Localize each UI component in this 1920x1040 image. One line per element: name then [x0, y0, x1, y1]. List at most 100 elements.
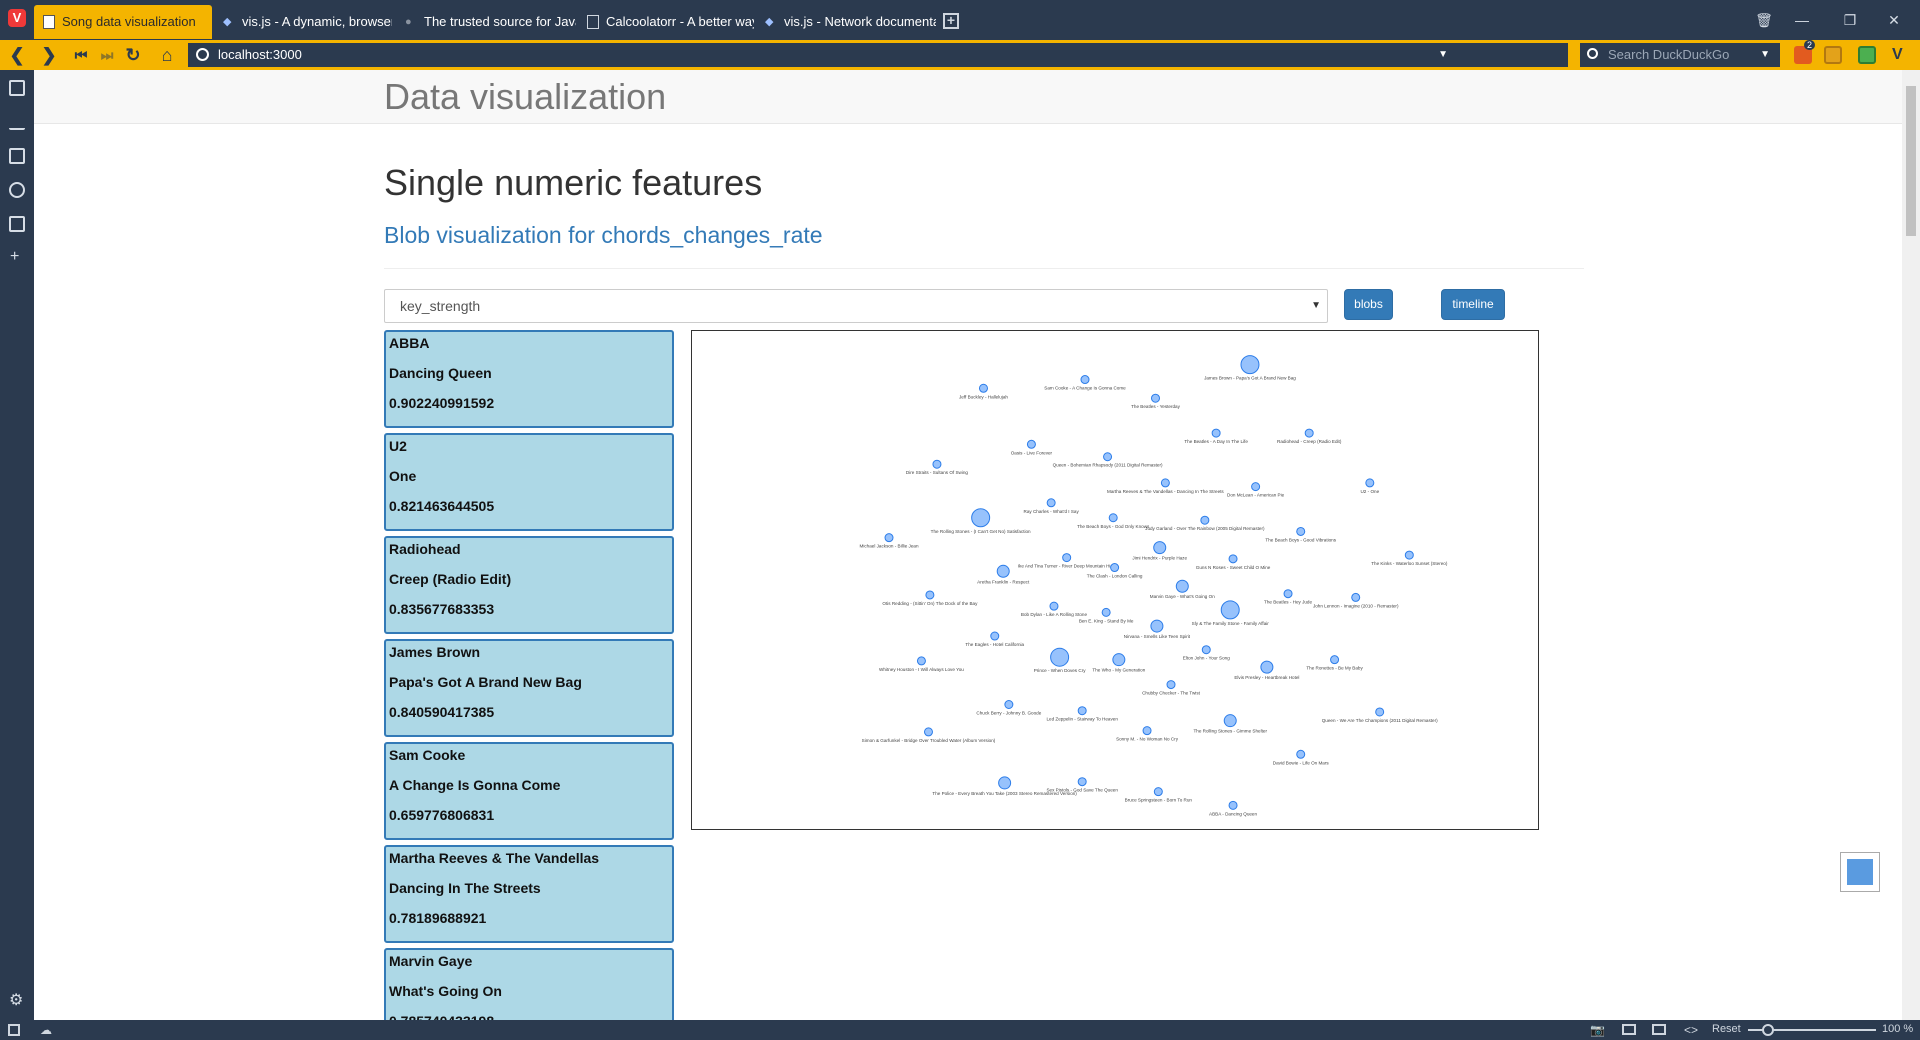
network-node[interactable]: John Lennon - Imagine (2010 - Remaster)	[1313, 592, 1399, 608]
window-panel-icon[interactable]	[9, 216, 25, 232]
node-blob[interactable]	[1228, 800, 1238, 810]
network-node[interactable]: Prince - When Doves Cry	[1034, 647, 1087, 673]
trash-icon[interactable]: 🗑	[1752, 8, 1776, 32]
network-node[interactable]: The Police - Every Breath You Take (2003…	[932, 776, 1077, 796]
song-card[interactable]: Radiohead Creep (Radio Edit) 0.83567768335…	[384, 536, 674, 634]
network-node[interactable]: James Brown - Papa's Got A Brand New Bag	[1204, 355, 1296, 381]
maximize-button[interactable]: ❐	[1838, 8, 1862, 32]
network-node[interactable]: Sam Cooke - A Change Is Gonna Come	[1044, 375, 1126, 391]
network-node[interactable]: The Rolling Stones - Gimme Shelter	[1193, 714, 1267, 734]
node-blob[interactable]	[996, 564, 1010, 578]
network-node[interactable]: ABBA - Dancing Queen	[1209, 800, 1257, 816]
network-node[interactable]: The Rolling Stones - (I Can't Get No) Sa…	[931, 508, 1031, 534]
network-canvas[interactable]: James Brown - Papa's Got A Brand New Bag…	[692, 331, 1538, 829]
node-blob[interactable]	[1166, 680, 1176, 690]
node-blob[interactable]	[925, 590, 935, 600]
node-blob[interactable]	[1228, 554, 1238, 564]
node-blob[interactable]	[1026, 439, 1036, 449]
network-node[interactable]: Jeff Buckley - Hallelujah	[959, 383, 1008, 399]
network-node[interactable]: The Who - My Generation	[1092, 653, 1146, 673]
reset-zoom-button[interactable]: Reset	[1712, 1023, 1741, 1035]
node-blob[interactable]	[1153, 541, 1167, 555]
code-icon[interactable]: <>	[1684, 1023, 1698, 1037]
camera-icon[interactable]: 📷	[1590, 1023, 1605, 1037]
network-node[interactable]: Marvin Gaye - What's Going On	[1150, 579, 1215, 599]
network-node[interactable]: Otis Redding - (Sittin' On) The Dock of …	[882, 590, 978, 606]
song-card[interactable]: Sam Cooke A Change Is Gonna Come 0.6597768…	[384, 742, 674, 840]
search-field[interactable]: Search DuckDuckGo ▼	[1580, 43, 1780, 67]
network-node[interactable]: The Beatles - A Day In The Life	[1184, 428, 1248, 444]
network-node[interactable]: Michael Jackson - Billie Jean	[860, 533, 919, 549]
network-visualization[interactable]: James Brown - Papa's Got A Brand New Bag…	[691, 330, 1539, 830]
add-panel-icon[interactable]: +	[10, 248, 19, 266]
network-node[interactable]: Queen - Bohemian Rhapsody (2011 Digital …	[1053, 452, 1163, 468]
node-blob[interactable]	[1077, 777, 1087, 787]
tab-song-data-visualization[interactable]: Song data visualization	[34, 5, 212, 39]
node-blob[interactable]	[1050, 647, 1070, 667]
node-blob[interactable]	[1175, 579, 1189, 593]
node-blob[interactable]	[1211, 428, 1221, 438]
node-blob[interactable]	[1296, 526, 1306, 536]
network-node[interactable]: Elton John - Your Song	[1183, 645, 1230, 661]
network-node[interactable]: Don McLean - American Pie	[1227, 482, 1285, 498]
node-blob[interactable]	[1101, 607, 1111, 617]
notes-icon[interactable]	[9, 148, 25, 164]
network-node[interactable]: Jimi Hendrix - Purple Haze	[1132, 541, 1187, 561]
node-blob[interactable]	[990, 631, 1000, 641]
network-node[interactable]: Bob Dylan - Like A Rolling Stone	[1021, 601, 1088, 617]
network-node[interactable]: The Eagles - Hotel California	[965, 631, 1025, 647]
zoom-slider-handle[interactable]	[1762, 1024, 1774, 1036]
node-blob[interactable]	[1330, 655, 1340, 665]
node-blob[interactable]	[884, 533, 894, 543]
network-node[interactable]: Chubby Checker - The Twist	[1142, 680, 1201, 696]
node-blob[interactable]	[1077, 706, 1087, 716]
extension-icon-3[interactable]	[1858, 46, 1876, 64]
tab-calcoolatorr[interactable]: Calcoolatorr - A better way	[578, 5, 754, 39]
node-blob[interactable]	[1296, 749, 1306, 759]
fast-forward-button[interactable]: ⏭	[96, 44, 118, 66]
node-blob[interactable]	[1062, 553, 1072, 563]
node-blob[interactable]	[1108, 513, 1118, 523]
song-card[interactable]: ABBA Dancing Queen 0.902240991592	[384, 330, 674, 428]
network-node[interactable]: Sex Pistols - God Save The Queen	[1046, 777, 1118, 793]
node-blob[interactable]	[932, 459, 942, 469]
node-blob[interactable]	[1251, 482, 1261, 492]
song-card[interactable]: Martha Reeves & The Vandellas Dancing In …	[384, 845, 674, 943]
url-field[interactable]: localhost:3000 ▼	[188, 43, 1752, 67]
node-blob[interactable]	[1304, 428, 1314, 438]
network-node[interactable]: Ray Charles - What'd I Say	[1024, 498, 1080, 514]
extension-icon-2[interactable]	[1824, 46, 1842, 64]
network-node[interactable]: Judy Garland - Over The Rainbow (2005 Di…	[1145, 515, 1265, 531]
vivaldi-menu-button[interactable]: V	[8, 9, 26, 27]
tab-trusted-source[interactable]: ● The trusted source for JavaS	[396, 5, 576, 39]
network-node[interactable]: Radiohead - Creep (Radio Edit)	[1277, 428, 1342, 444]
home-button[interactable]: ⌂	[156, 44, 178, 66]
network-node[interactable]: Whitney Houston - I Will Always Love You	[879, 656, 964, 672]
network-node[interactable]: David Bowie - Life On Mars	[1273, 749, 1330, 765]
node-blob[interactable]	[1201, 645, 1211, 655]
node-blob[interactable]	[1220, 600, 1240, 620]
node-blob[interactable]	[1046, 498, 1056, 508]
download-button[interactable]	[1840, 852, 1880, 892]
navbar-brand[interactable]: Data visualization	[384, 76, 666, 118]
settings-gear-icon[interactable]: ⚙	[9, 990, 23, 1010]
network-node[interactable]: U2 - One	[1360, 478, 1380, 494]
node-blob[interactable]	[1151, 393, 1160, 403]
node-blob[interactable]	[1049, 601, 1059, 611]
minimize-button[interactable]: —	[1790, 8, 1814, 32]
timeline-button[interactable]: timeline	[1441, 289, 1505, 320]
node-blob[interactable]	[923, 727, 933, 737]
scrollbar[interactable]	[1902, 70, 1920, 1020]
image-icon[interactable]	[1652, 1024, 1666, 1035]
song-card[interactable]: U2 One 0.821463644505	[384, 433, 674, 531]
node-blob[interactable]	[978, 383, 988, 393]
network-node[interactable]: Martha Reeves & The Vandellas - Dancing …	[1107, 478, 1224, 494]
song-card[interactable]: Marvin GayeWhat's Going On0.785740433198	[384, 948, 674, 1020]
node-blob[interactable]	[1150, 619, 1164, 633]
node-blob[interactable]	[971, 508, 991, 528]
history-icon[interactable]	[9, 182, 25, 198]
node-blob[interactable]	[1110, 563, 1120, 573]
node-blob[interactable]	[1160, 478, 1170, 488]
network-node[interactable]: Guns N Roses - Sweet Child O Mine	[1196, 554, 1271, 570]
network-node[interactable]: Led Zeppelin - Stairway To Heaven	[1046, 706, 1118, 722]
